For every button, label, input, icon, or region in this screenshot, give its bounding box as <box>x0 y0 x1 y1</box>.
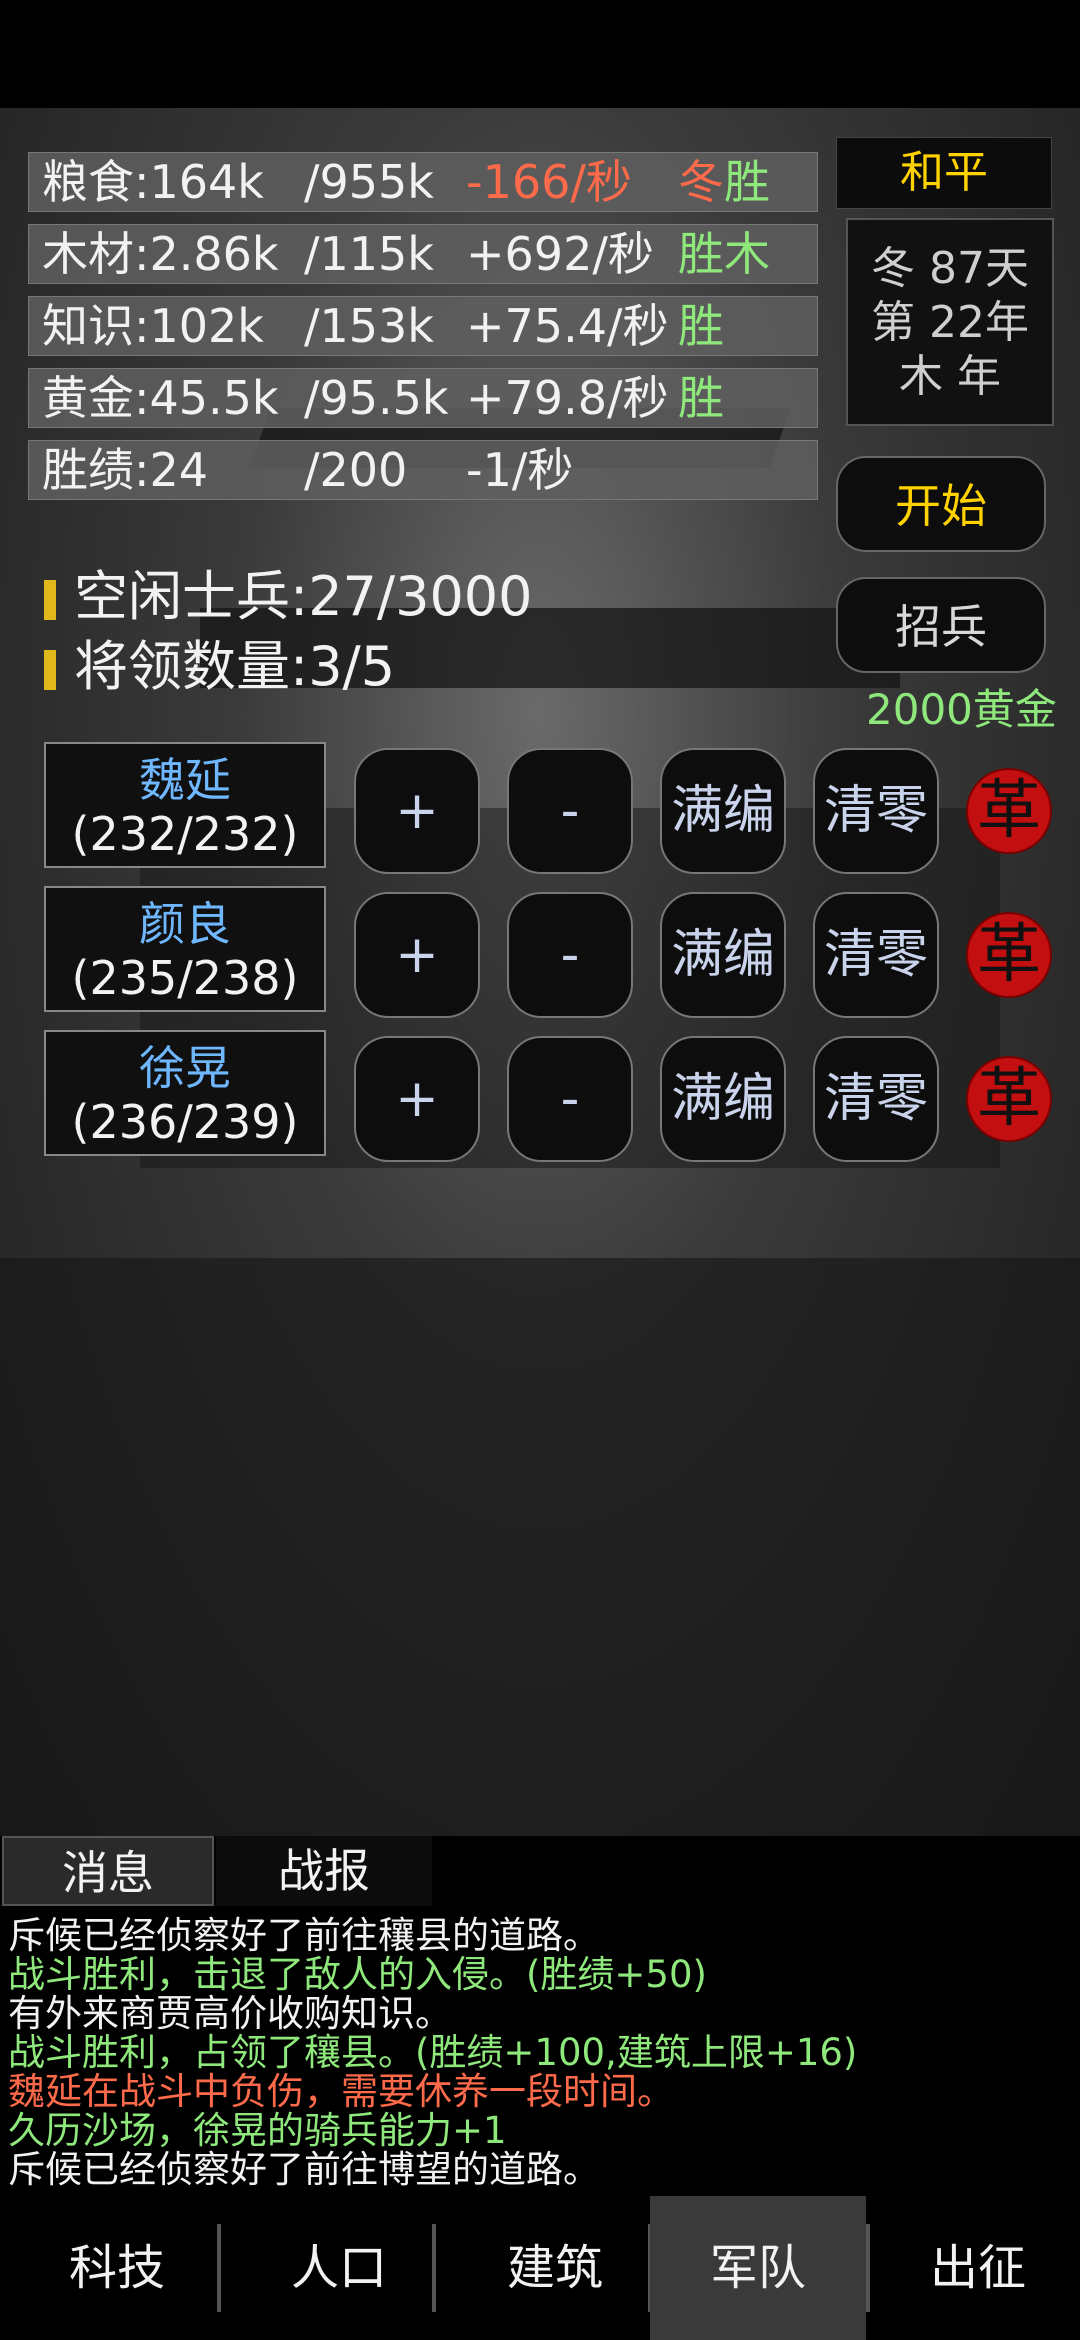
clear-troops-button[interactable]: 清零 <box>813 748 939 874</box>
general-card-weiyan[interactable]: 魏延 (232/232) <box>44 742 326 868</box>
general-count-label: 将领数量:3/5 <box>74 635 396 698</box>
general-troops: (235/238) <box>71 951 299 1005</box>
log-line: 久历沙场，徐晃的骑兵能力+1 <box>8 2109 507 2152</box>
resource-row-food: 粮食:164k /955k -166/秒 冬胜 <box>28 152 818 212</box>
resource-name: 木材:2.86k <box>42 227 279 281</box>
general-name: 颜良 <box>139 897 231 951</box>
resource-max: /200 <box>304 443 408 497</box>
resource-row-gold: 黄金:45.5k /95.5k +79.8/秒 胜 <box>28 368 818 428</box>
remove-troops-button[interactable]: - <box>507 748 633 874</box>
general-name: 魏延 <box>139 753 231 807</box>
status-bar-area <box>0 0 1080 108</box>
clear-troops-button[interactable]: 清零 <box>813 1036 939 1162</box>
resource-row-wood: 木材:2.86k /115k +692/秒 胜木 <box>28 224 818 284</box>
log-line: 斥候已经侦察好了前往博望的道路。 <box>8 2148 600 2191</box>
nav-buildings[interactable]: 建筑 <box>448 2196 662 2340</box>
log-line: 斥候已经侦察好了前往穰县的道路。 <box>8 1914 600 1957</box>
log-line: 有外来商贾高价收购知识。 <box>8 1992 452 2035</box>
nav-army[interactable]: 军队 <box>650 2196 866 2340</box>
recruit-cost: 2000黄金 <box>866 685 1057 734</box>
resource-rate: -1/秒 <box>466 443 574 497</box>
resource-tags: 冬胜 <box>678 152 770 212</box>
add-troops-button[interactable]: + <box>354 1036 480 1162</box>
remove-troops-button[interactable]: - <box>507 892 633 1018</box>
general-count-stat: 将领数量:3/5 <box>44 634 395 700</box>
dismiss-general-icon[interactable]: 革 <box>968 770 1050 852</box>
resource-tags: 胜木 <box>678 227 770 281</box>
remove-troops-button[interactable]: - <box>507 1036 633 1162</box>
resource-max: /955k <box>304 155 434 209</box>
idle-soldiers-label: 空闲士兵:27/3000 <box>74 565 533 628</box>
resource-tags: 胜 <box>678 299 724 353</box>
date-element-year: 木 年 <box>899 351 1001 402</box>
resource-row-knowledge: 知识:102k /153k +75.4/秒 胜 <box>28 296 818 356</box>
victory-tag: 胜 <box>724 155 770 209</box>
clear-troops-button[interactable]: 清零 <box>813 892 939 1018</box>
resource-max: /153k <box>304 299 434 353</box>
log-line: 战斗胜利，击退了敌人的入侵。(胜绩+50) <box>8 1953 707 1996</box>
add-troops-button[interactable]: + <box>354 892 480 1018</box>
resource-name: 胜绩:24 <box>42 443 209 497</box>
log-tabs: 消息 战报 <box>0 1836 1080 1906</box>
resource-row-victories: 胜绩:24 /200 -1/秒 <box>28 440 818 500</box>
general-card-yanliang[interactable]: 颜良 (235/238) <box>44 886 326 1012</box>
nav-tech[interactable]: 科技 <box>10 2196 224 2340</box>
bottom-nav: 科技 人口 建筑 军队 出征 <box>0 2196 1080 2340</box>
date-panel: 冬 87天 第 22年 木 年 <box>846 218 1054 426</box>
fill-troops-button[interactable]: 满编 <box>660 1036 786 1162</box>
general-name: 徐晃 <box>139 1041 231 1095</box>
fill-troops-button[interactable]: 满编 <box>660 892 786 1018</box>
idle-soldiers-stat: 空闲士兵:27/3000 <box>44 564 533 630</box>
resource-max: /95.5k <box>304 371 449 425</box>
date-year: 第 22年 <box>871 297 1029 348</box>
message-log: 斥候已经侦察好了前往穰县的道路。 战斗胜利，击退了敌人的入侵。(胜绩+50) 有… <box>0 1906 1080 2196</box>
nav-expedition[interactable]: 出征 <box>882 2196 1074 2340</box>
winter-tag: 冬 <box>678 155 724 209</box>
general-troops: (236/239) <box>71 1095 299 1149</box>
resource-max: /115k <box>304 227 434 281</box>
resource-rate: +692/秒 <box>466 227 654 281</box>
nav-population[interactable]: 人口 <box>232 2196 446 2340</box>
log-line: 战斗胜利，占领了穰县。(胜绩+100,建筑上限+16) <box>8 2031 858 2074</box>
resource-name: 知识:102k <box>42 299 264 353</box>
resource-tags: 胜 <box>678 371 724 425</box>
stat-marker <box>44 650 56 691</box>
resource-rate: +79.8/秒 <box>466 371 669 425</box>
recruit-button[interactable]: 招兵 <box>836 577 1046 673</box>
resource-name: 黄金:45.5k <box>42 371 279 425</box>
resource-name: 粮食:164k <box>42 155 264 209</box>
general-troops: (232/232) <box>71 807 299 861</box>
general-card-xuhuang[interactable]: 徐晃 (236/239) <box>44 1030 326 1156</box>
tab-battle-report[interactable]: 战报 <box>216 1836 432 1906</box>
nav-divider <box>866 2224 870 2312</box>
log-line: 魏延在战斗中负伤，需要休养一段时间。 <box>8 2070 674 2113</box>
resource-rate: -166/秒 <box>466 155 632 209</box>
nav-divider <box>432 2224 436 2312</box>
add-troops-button[interactable]: + <box>354 748 480 874</box>
fill-troops-button[interactable]: 满编 <box>660 748 786 874</box>
start-button[interactable]: 开始 <box>836 456 1046 552</box>
date-season-day: 冬 87天 <box>871 243 1029 294</box>
dismiss-general-icon[interactable]: 革 <box>968 914 1050 996</box>
water-reflection <box>0 1258 1080 1836</box>
nav-divider <box>217 2224 221 2312</box>
resource-rate: +75.4/秒 <box>466 299 669 353</box>
stat-marker <box>44 580 56 621</box>
peace-status: 和平 <box>836 137 1052 209</box>
dismiss-general-icon[interactable]: 革 <box>968 1058 1050 1140</box>
tab-messages[interactable]: 消息 <box>2 1836 214 1906</box>
